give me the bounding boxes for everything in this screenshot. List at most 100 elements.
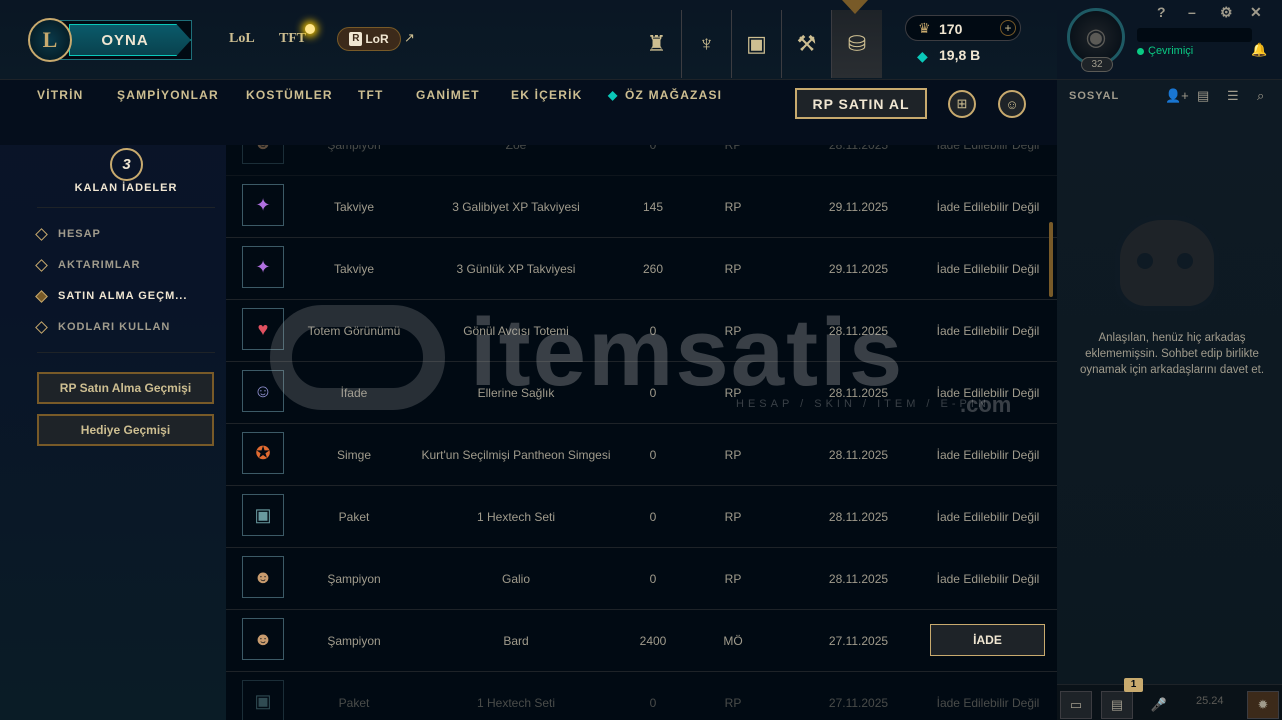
subnav-accessories[interactable]: EK İÇERİK: [511, 88, 582, 102]
gift-history-button[interactable]: Hediye Geçmişi: [37, 414, 214, 446]
status-dot-icon: [1137, 47, 1144, 55]
collection-icon[interactable]: ▣: [732, 10, 782, 78]
menu-item-account[interactable]: HESAP: [35, 227, 101, 241]
table-row: ☻ Şampiyon Galio 0 RP 28.11.2025 İade Edilebil…: [226, 548, 1057, 610]
voice-icon[interactable]: 🎤: [1143, 691, 1175, 719]
item-type: Paket: [338, 696, 370, 710]
subnav-loot[interactable]: GANİMET: [416, 88, 480, 102]
refund-button[interactable]: İADE: [930, 624, 1045, 656]
social-footer: ▭ ▤ 🎤 ✹: [1057, 684, 1282, 720]
item-name: 3 Galibiyet XP Takviyesi: [452, 200, 580, 214]
item-type: Takviye: [333, 262, 374, 276]
bug-report-icon[interactable]: ✹: [1247, 691, 1279, 719]
store-subnav: VİTRİN ŞAMPİYONLAR KOSTÜMLER TFT GANİMET…: [0, 80, 1057, 145]
item-currency: RP: [724, 696, 742, 710]
diamond-icon: [35, 289, 48, 303]
close-icon[interactable]: ✕: [1250, 4, 1262, 21]
subnav-tft[interactable]: TFT: [358, 88, 384, 102]
online-status[interactable]: Çevrimiçi: [1137, 45, 1193, 57]
social-title: SOSYAL: [1069, 90, 1120, 102]
league-logo-icon[interactable]: L: [28, 18, 72, 62]
item-price: 0: [649, 572, 657, 586]
subnav-featured[interactable]: VİTRİN: [37, 88, 84, 102]
list-view-icon[interactable]: ☰: [1227, 88, 1239, 104]
subnav-be-store[interactable]: ÖZ MAĞAZASI: [625, 88, 722, 102]
menu-item-label: HESAP: [58, 228, 101, 240]
purchase-date: 28.11.2025: [828, 510, 889, 524]
refund-status: İade Edilebilir Değil: [936, 572, 1040, 586]
refund-status: İade Edilebilir Değil: [936, 510, 1040, 524]
item-price: 2400: [639, 634, 667, 648]
loot-icon[interactable]: ⚒: [782, 10, 832, 78]
social-panel: SOSYAL 👤+ ▤ ☰ ⌕ Anlaşılan, henüz hiç ark…: [1057, 80, 1282, 720]
help-icon[interactable]: ?: [1157, 4, 1166, 20]
add-folder-icon[interactable]: ▤: [1197, 88, 1209, 104]
purchase-date: 29.11.2025: [828, 200, 889, 214]
diamond-icon: [35, 227, 48, 241]
diamond-icon: [35, 320, 48, 334]
play-label[interactable]: OYNA: [69, 24, 191, 56]
purchase-date: 29.11.2025: [828, 262, 889, 276]
item-price: 145: [642, 200, 664, 214]
buy-rp-button[interactable]: RP SATIN AL: [795, 88, 927, 119]
menu-item-redeem-codes[interactable]: KODLARI KULLAN: [35, 320, 171, 334]
purchase-date: 28.11.2025: [828, 448, 889, 462]
menu-item-purchase-history[interactable]: SATIN ALMA GEÇM...: [35, 289, 188, 303]
add-friend-icon[interactable]: 👤+: [1165, 88, 1189, 104]
subnav-champions[interactable]: ŞAMPİYONLAR: [117, 88, 219, 102]
summoner-level: 32: [1081, 57, 1113, 72]
menu-item-transfers[interactable]: AKTARIMLAR: [35, 258, 141, 272]
item-currency: RP: [724, 324, 742, 338]
settings-icon[interactable]: ⚙: [1220, 4, 1233, 21]
purchase-date: 28.11.2025: [828, 145, 889, 152]
purchase-date: 28.11.2025: [828, 386, 889, 400]
item-type: Şampiyon: [327, 145, 381, 152]
account-icon[interactable]: ☺: [998, 90, 1026, 118]
champion-icon: ☻: [242, 556, 284, 598]
item-name: Galio: [501, 572, 530, 586]
item-name: 1 Hextech Seti: [476, 696, 556, 710]
lol-tab[interactable]: LoL: [229, 31, 255, 47]
item-currency: RP: [724, 510, 742, 524]
subnav-skins[interactable]: KOSTÜMLER: [246, 88, 333, 102]
play-button[interactable]: OYNA: [60, 20, 192, 60]
rp-balance[interactable]: ♛ 170 +: [905, 15, 1021, 41]
refund-count: 3: [110, 148, 143, 181]
lor-button[interactable]: R LoR: [337, 27, 401, 51]
boost-icon: ✦: [242, 246, 284, 288]
chest-icon: ▣: [242, 680, 284, 720]
refund-status: İade Edilebilir Değil: [936, 386, 1040, 400]
profile-icon: ✪: [242, 432, 284, 474]
chat-icon[interactable]: ▭: [1060, 691, 1092, 719]
missions-icon[interactable]: ▤: [1101, 691, 1133, 719]
minimize-icon[interactable]: –: [1188, 4, 1196, 20]
ranked-icon[interactable]: ♆: [682, 10, 732, 78]
emote-icon: ☺: [242, 370, 284, 412]
table-row: ☺ İfade Ellerine Sağlık 0 RP 28.11.2025 İade E…: [226, 362, 1057, 424]
trophy-icon[interactable]: ♜: [632, 10, 682, 78]
search-icon[interactable]: ⌕: [1257, 88, 1264, 104]
item-type: Şampiyon: [327, 572, 381, 586]
rp-purchase-history-button[interactable]: RP Satın Alma Geçmişi: [37, 372, 214, 404]
tft-tab[interactable]: TFT: [279, 31, 306, 47]
menu-item-label: SATIN ALMA GEÇM...: [58, 290, 188, 302]
menu-item-label: KODLARI KULLAN: [58, 321, 171, 333]
table-scrollbar[interactable]: [1049, 222, 1053, 297]
purchase-date: 28.11.2025: [828, 324, 889, 338]
store-icon[interactable]: ⛁: [832, 10, 882, 78]
store-account-menu: 3 KALAN İADELER HESAP AKTARIMLAR SATIN A…: [0, 145, 226, 720]
gift-icon[interactable]: ⊞: [948, 90, 976, 118]
refund-status: İade Edilebilir Değil: [936, 448, 1040, 462]
item-name: 3 Günlük XP Takviyesi: [456, 262, 576, 276]
item-price: 0: [649, 386, 657, 400]
profile-header: ◉ 32 Çevrimiçi ? – ⚙ ✕: [1057, 0, 1282, 80]
item-type: Takviye: [333, 200, 374, 214]
item-type: İfade: [340, 386, 368, 400]
item-name: Zoe: [505, 145, 527, 152]
divider: [37, 207, 215, 208]
notification-bell-icon[interactable]: 🔔: [1251, 42, 1267, 58]
missions-badge: 1: [1124, 678, 1143, 692]
purchase-date: 27.11.2025: [828, 634, 889, 648]
add-rp-icon[interactable]: +: [1000, 20, 1016, 36]
item-price: 0: [649, 696, 657, 710]
